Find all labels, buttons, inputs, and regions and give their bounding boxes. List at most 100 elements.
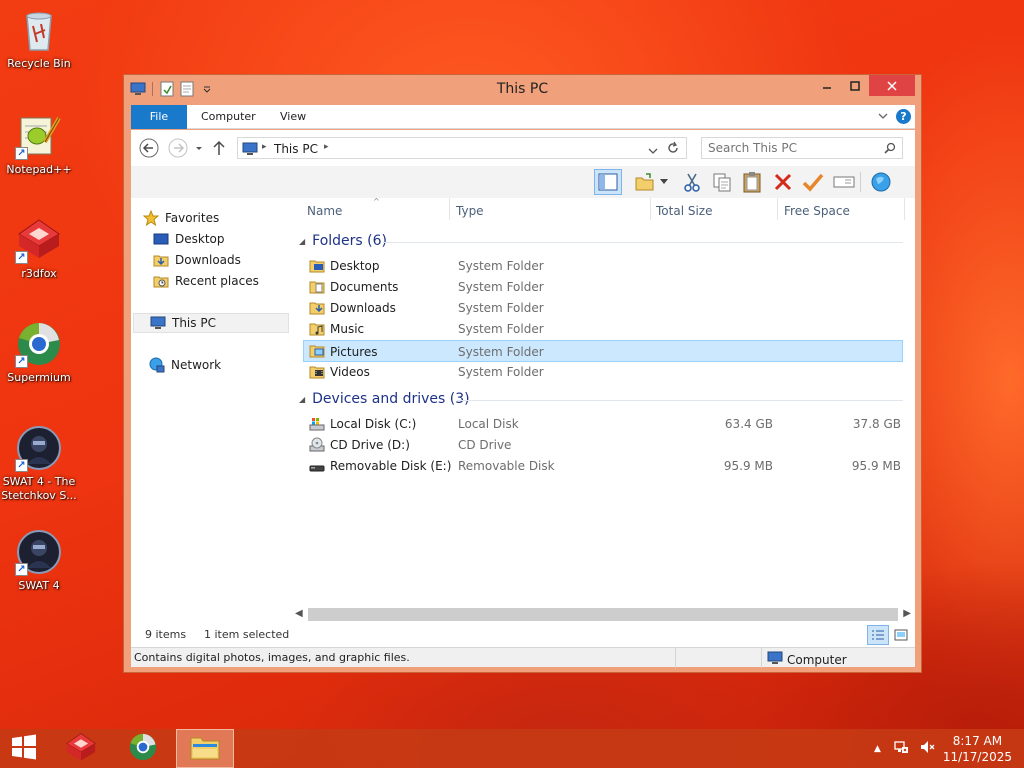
network-status-icon[interactable]: [893, 739, 909, 758]
collapse-group-icon[interactable]: ◢: [299, 395, 305, 404]
list-item[interactable]: CD Drive (D:) CD Drive: [305, 435, 903, 455]
expand-ribbon-chevron-icon[interactable]: [877, 110, 889, 125]
item-type: System Folder: [458, 259, 544, 273]
column-header-total-size[interactable]: Total Size: [656, 204, 712, 218]
windows-logo-icon: [10, 733, 38, 764]
column-divider[interactable]: [904, 198, 905, 220]
scroll-left-icon[interactable]: ◀: [295, 608, 303, 619]
desktop-icon-notepad-plus-plus[interactable]: ↗ Notepad++: [0, 112, 78, 177]
minimize-button[interactable]: [813, 75, 841, 96]
list-item[interactable]: Documents System Folder: [305, 277, 903, 297]
back-button[interactable]: [139, 138, 159, 158]
item-type: CD Drive: [458, 438, 512, 452]
column-divider[interactable]: [650, 198, 651, 220]
recent-locations-chevron-icon[interactable]: [189, 138, 209, 158]
nav-item-recent-places[interactable]: Recent places: [153, 271, 309, 291]
refresh-icon[interactable]: [666, 141, 680, 158]
group-header-folders[interactable]: ◢ Folders (6): [299, 233, 387, 249]
explorer-window[interactable]: This PC File Computer View ? ▸ This PC ▸…: [123, 74, 922, 673]
status-zone: Computer: [767, 651, 847, 668]
sort-ascending-icon: ^: [373, 197, 380, 206]
item-name: Music: [330, 322, 365, 336]
nav-label: This PC: [172, 316, 216, 330]
title-bar[interactable]: This PC: [124, 75, 921, 105]
desktop-icon-recycle-bin[interactable]: Recycle Bin: [0, 6, 78, 71]
start-button[interactable]: [0, 729, 48, 768]
show-hidden-icons-chevron-icon[interactable]: ▲: [874, 744, 881, 754]
address-dropdown-chevron-icon[interactable]: [648, 144, 658, 158]
network-icon: [149, 357, 165, 373]
tab-view[interactable]: View: [280, 105, 306, 129]
shortcut-arrow-icon: ↗: [15, 563, 28, 576]
item-type: Local Disk: [458, 417, 519, 431]
group-header-devices-and-drives[interactable]: ◢ Devices and drives (3): [299, 391, 470, 407]
status-bar: Contains digital photos, images, and gra…: [131, 647, 915, 668]
rename-field-icon[interactable]: [830, 169, 858, 195]
copy-icon[interactable]: [708, 169, 736, 195]
search-box[interactable]: [701, 137, 903, 159]
column-divider[interactable]: [449, 198, 450, 220]
taskbar-r3dfox[interactable]: [52, 729, 110, 768]
list-item[interactable]: Removable Disk (E:) Removable Disk 95.9 …: [305, 456, 903, 476]
column-header-free-space[interactable]: Free Space: [784, 204, 850, 218]
star-icon: [143, 210, 159, 226]
list-item-selected[interactable]: Pictures System Folder: [303, 340, 903, 362]
list-item[interactable]: Videos System Folder: [305, 362, 903, 382]
close-button[interactable]: [869, 75, 915, 96]
cut-icon[interactable]: [678, 169, 706, 195]
nav-item-favorites[interactable]: Favorites: [143, 208, 299, 228]
r3dfox-icon: ↗: [15, 216, 63, 264]
up-button[interactable]: [209, 138, 229, 158]
breadcrumb-chevron-icon[interactable]: ▸: [324, 142, 329, 152]
item-type: System Folder: [458, 322, 544, 336]
delete-icon[interactable]: [769, 169, 797, 195]
list-item[interactable]: Desktop System Folder: [305, 256, 903, 276]
desktop-icon-swat4-stetchkov[interactable]: ↗ SWAT 4 - The Stetchkov S...: [0, 424, 78, 503]
column-header-type[interactable]: Type: [456, 204, 484, 218]
tab-file[interactable]: File: [131, 105, 187, 129]
command-toolbar: [131, 166, 915, 198]
details-view-icon[interactable]: [867, 625, 889, 645]
documents-folder-icon: [309, 279, 325, 295]
desktop-icon-swat4[interactable]: ↗ SWAT 4: [0, 528, 78, 593]
forward-button[interactable]: [168, 138, 188, 158]
nav-item-downloads[interactable]: Downloads: [153, 250, 309, 270]
shortcut-arrow-icon: ↗: [15, 355, 28, 368]
taskbar-clock[interactable]: 8:17 AM 11/17/2025: [943, 733, 1012, 765]
list-item[interactable]: Local Disk (C:) Local Disk 63.4 GB 37.8 …: [305, 414, 903, 434]
preview-pane-icon[interactable]: [594, 169, 622, 195]
column-divider[interactable]: [777, 198, 778, 220]
scrollbar-thumb[interactable]: [308, 608, 898, 621]
taskbar-supermium[interactable]: [114, 729, 172, 768]
rename-checkmark-icon[interactable]: [799, 169, 827, 195]
world-globe-icon[interactable]: [867, 169, 895, 195]
move-to-chevron-icon[interactable]: [656, 169, 672, 195]
computer-icon: [767, 651, 783, 668]
tab-computer[interactable]: Computer: [201, 105, 256, 129]
help-icon[interactable]: ?: [896, 109, 911, 124]
search-input[interactable]: [708, 141, 878, 155]
address-box[interactable]: ▸ This PC ▸: [237, 137, 687, 159]
item-name: Local Disk (C:): [330, 417, 417, 431]
scroll-right-icon[interactable]: ▶: [903, 608, 911, 619]
large-icons-view-icon[interactable]: [890, 625, 912, 645]
maximize-button[interactable]: [841, 75, 869, 96]
volume-muted-icon[interactable]: [919, 739, 935, 758]
breadcrumb-this-pc[interactable]: This PC: [274, 142, 318, 156]
list-item[interactable]: Downloads System Folder: [305, 298, 903, 318]
nav-item-this-pc[interactable]: This PC: [133, 313, 289, 333]
nav-item-network[interactable]: Network: [149, 355, 305, 375]
desktop-icon-label: Notepad++: [6, 163, 72, 176]
desktop-icon-r3dfox[interactable]: ↗ r3dfox: [0, 216, 78, 281]
horizontal-scrollbar[interactable]: ◀ ▶: [291, 606, 915, 623]
column-header-name[interactable]: Name: [307, 204, 342, 218]
paste-icon[interactable]: [738, 169, 766, 195]
nav-item-desktop[interactable]: Desktop: [153, 229, 309, 249]
collapse-group-icon[interactable]: ◢: [299, 237, 305, 246]
swat4-stetchkov-icon: ↗: [15, 424, 63, 472]
taskbar-file-explorer[interactable]: [176, 729, 234, 768]
list-item[interactable]: Music System Folder: [305, 319, 903, 339]
search-icon[interactable]: [884, 142, 896, 157]
desktop-icon-supermium[interactable]: ↗ Supermium: [0, 320, 78, 385]
move-to-folder-icon[interactable]: [631, 169, 659, 195]
